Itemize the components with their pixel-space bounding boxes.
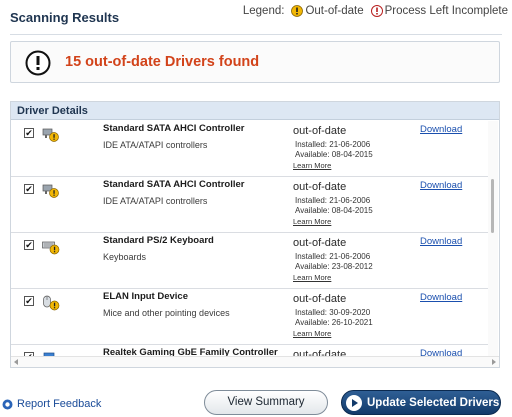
driver-name: Standard PS/2 Keyboard: [103, 235, 214, 246]
installed-date: Installed: 21-06-2006: [295, 252, 371, 261]
footer: Report Feedback View Summary Update Sele…: [0, 386, 512, 417]
available-date: Available: 08-04-2015: [295, 206, 373, 215]
learn-more-link[interactable]: Learn More: [293, 329, 331, 338]
view-summary-button[interactable]: View Summary: [204, 390, 328, 415]
results-header: Scanning Results Legend: Out-of-date Pro…: [0, 0, 512, 36]
available-date: Available: 26-10-2021: [295, 318, 373, 327]
download-link[interactable]: Download: [420, 180, 462, 191]
keyboard-icon: [42, 241, 60, 255]
driver-category: IDE ATA/ATAPI controllers: [103, 196, 208, 206]
driver-checkbox[interactable]: ✔: [24, 128, 34, 138]
driver-details-panel: Driver Details ✔ Standard SATA AHCI Cont…: [10, 101, 500, 368]
legend-incomplete-label: Process Left Incomplete: [384, 5, 508, 17]
result-banner: 15 out-of-date Drivers found: [10, 41, 500, 83]
feedback-icon: [2, 399, 13, 409]
download-link[interactable]: Download: [420, 292, 462, 303]
driver-name: Standard SATA AHCI Controller: [103, 123, 245, 134]
play-arrow-icon: [346, 394, 362, 411]
driver-row: ✔ Standard SATA AHCI Controller IDE ATA/…: [11, 177, 489, 233]
mouse-icon: [43, 295, 60, 311]
horizontal-scrollbar[interactable]: [11, 356, 499, 367]
driver-details-header: Driver Details: [11, 102, 499, 120]
legend-incomplete: Process Left Incomplete: [370, 5, 508, 17]
report-feedback-label: Report Feedback: [17, 398, 102, 410]
driver-status: out-of-date: [293, 181, 347, 193]
driver-category: Mice and other pointing devices: [103, 308, 230, 318]
installed-date: Installed: 30-09-2020: [295, 308, 371, 317]
available-date: Available: 08-04-2015: [295, 150, 373, 159]
driver-status: out-of-date: [293, 125, 347, 137]
driver-category: IDE ATA/ATAPI controllers: [103, 140, 208, 150]
learn-more-link[interactable]: Learn More: [293, 217, 331, 226]
driver-name: Realtek Gaming GbE Family Controller: [103, 347, 278, 356]
driver-checkbox[interactable]: ✔: [24, 184, 34, 194]
installed-date: Installed: 21-06-2006: [295, 196, 371, 205]
download-link[interactable]: Download: [420, 236, 462, 247]
scroll-left-icon[interactable]: [14, 359, 18, 365]
vertical-scrollbar-thumb[interactable]: [491, 179, 494, 233]
download-link[interactable]: Download: [420, 348, 462, 356]
driver-checkbox[interactable]: ✔: [24, 296, 34, 306]
learn-more-link[interactable]: Learn More: [293, 273, 331, 282]
driver-status: out-of-date: [293, 293, 347, 305]
header-divider: [10, 34, 502, 35]
download-link[interactable]: Download: [420, 124, 462, 135]
driver-category: Keyboards: [103, 252, 147, 262]
legend-out-of-date: Out-of-date: [290, 5, 364, 17]
driver-name: ELAN Input Device: [103, 291, 188, 302]
learn-more-link[interactable]: Learn More: [293, 161, 331, 170]
available-date: Available: 23-08-2012: [295, 262, 373, 271]
driver-checkbox[interactable]: ✔: [24, 240, 34, 250]
update-selected-drivers-label: Update Selected Drivers: [367, 396, 500, 409]
driver-status: out-of-date: [293, 237, 347, 249]
installed-date: Installed: 21-06-2006: [295, 140, 371, 149]
update-selected-drivers-button[interactable]: Update Selected Drivers: [341, 390, 501, 415]
driver-name: Standard SATA AHCI Controller: [103, 179, 245, 190]
legend: Legend: Out-of-date Process Left Incompl…: [243, 5, 508, 17]
vertical-scrollbar[interactable]: [488, 121, 498, 356]
warning-yellow-icon: [291, 5, 304, 17]
driver-row: ✔ Standard PS/2 Keyboard Keyboards out-o…: [11, 233, 489, 289]
sata-controller-icon: [42, 184, 59, 198]
legend-label: Legend:: [242, 5, 285, 17]
warning-red-icon: [370, 5, 383, 17]
driver-row: ✔ Standard SATA AHCI Controller IDE ATA/…: [11, 121, 489, 177]
report-feedback-link[interactable]: Report Feedback: [2, 398, 101, 410]
exclamation-circle-icon: [25, 50, 51, 76]
page-title: Scanning Results: [10, 10, 120, 25]
legend-out-of-date-label: Out-of-date: [305, 5, 364, 17]
driver-status: out-of-date: [293, 349, 347, 356]
scroll-right-icon[interactable]: [492, 359, 496, 365]
driver-row: ✔ Realtek Gaming GbE Family Controller o…: [11, 345, 489, 356]
driver-row: ✔ ELAN Input Device Mice and other point…: [11, 289, 489, 345]
drivers-found-message: 15 out-of-date Drivers found: [65, 54, 260, 70]
driver-list[interactable]: ✔ Standard SATA AHCI Controller IDE ATA/…: [11, 121, 489, 356]
sata-controller-icon: [42, 128, 59, 142]
